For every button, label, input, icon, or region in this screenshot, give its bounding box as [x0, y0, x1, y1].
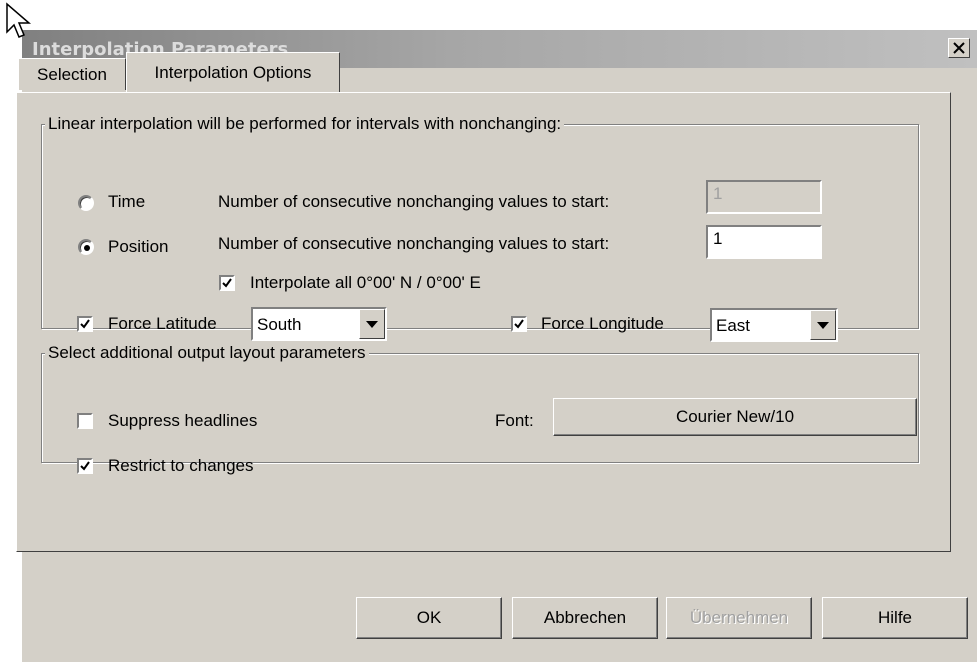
- force-longitude-label: Force Longitude: [541, 314, 664, 333]
- interpolation-group-label: Linear interpolation will be performed f…: [45, 114, 565, 134]
- position-count-label: Number of consecutive nonchanging values…: [218, 234, 610, 253]
- force-latitude-label: Force Latitude: [108, 314, 217, 333]
- checkmark-icon: [222, 278, 232, 288]
- interpolate-zero-label: Interpolate all 0°00' N / 0°00' E: [250, 273, 481, 292]
- checkmark-icon: [80, 461, 90, 471]
- time-count-value: 1: [713, 184, 723, 203]
- chevron-down-icon: [817, 321, 829, 329]
- close-button[interactable]: [948, 38, 970, 58]
- position-count-field[interactable]: 1: [706, 225, 822, 259]
- layout-group-label: Select additional output layout paramete…: [45, 343, 369, 363]
- font-label: Font:: [495, 411, 534, 430]
- longitude-select-value: East: [716, 316, 751, 335]
- apply-button[interactable]: Übernehmen: [666, 597, 812, 639]
- latitude-select-value: South: [257, 315, 302, 334]
- position-count-value: 1: [713, 229, 723, 248]
- cancel-button-label: Abbrechen: [543, 608, 627, 627]
- longitude-select[interactable]: East: [710, 308, 838, 342]
- position-radio-dot: [84, 245, 90, 251]
- mouse-pointer-icon: [6, 2, 32, 38]
- position-label: Position: [108, 237, 169, 256]
- tab-interpolation-options-label: Interpolation Options: [154, 62, 312, 82]
- time-count-label: Number of consecutive nonchanging values…: [218, 192, 610, 211]
- suppress-headlines-label: Suppress headlines: [108, 411, 258, 430]
- tab-selection-label: Selection: [37, 64, 107, 84]
- latitude-select[interactable]: South: [251, 307, 387, 341]
- font-button-label: Courier New/10: [675, 407, 795, 426]
- restrict-changes-checkbox[interactable]: [77, 458, 93, 474]
- interpolate-zero-checkbox[interactable]: [219, 275, 235, 291]
- latitude-dropdown-button[interactable]: [359, 309, 385, 339]
- checkmark-icon: [514, 319, 524, 329]
- tab-interpolation-options[interactable]: Interpolation Options: [126, 52, 340, 92]
- time-label: Time: [108, 192, 146, 211]
- apply-button-label: Übernehmen: [689, 608, 789, 627]
- help-button[interactable]: Hilfe: [822, 597, 968, 639]
- ok-button[interactable]: OK: [356, 597, 502, 639]
- chevron-down-icon: [366, 320, 378, 328]
- tab-selection[interactable]: Selection: [18, 58, 126, 90]
- restrict-changes-label: Restrict to changes: [108, 456, 254, 475]
- ok-button-label: OK: [416, 608, 442, 627]
- checkmark-icon: [80, 319, 90, 329]
- longitude-dropdown-button[interactable]: [810, 310, 836, 340]
- time-radio[interactable]: [78, 195, 94, 211]
- time-count-field[interactable]: 1: [706, 180, 822, 214]
- force-latitude-checkbox[interactable]: [77, 316, 93, 332]
- font-button[interactable]: Courier New/10: [553, 398, 917, 436]
- suppress-headlines-checkbox[interactable]: [77, 413, 93, 429]
- help-button-label: Hilfe: [877, 608, 912, 627]
- force-longitude-checkbox[interactable]: [511, 316, 527, 332]
- position-radio[interactable]: [78, 239, 94, 255]
- cancel-button[interactable]: Abbrechen: [512, 597, 658, 639]
- close-icon: [953, 42, 965, 54]
